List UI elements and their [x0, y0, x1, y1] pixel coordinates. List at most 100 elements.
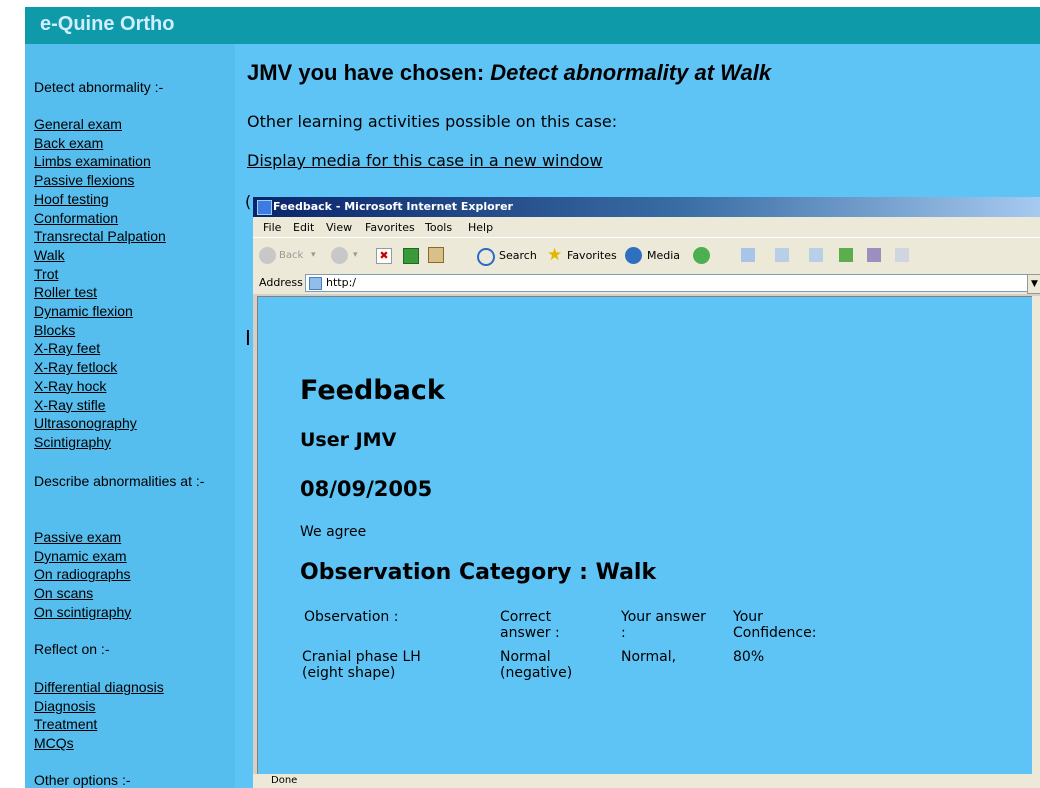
feedback-page: Feedback User JMV 08/09/2005 We agree Ob…: [257, 296, 1034, 776]
menu-tools[interactable]: Tools: [425, 221, 452, 234]
edit-icon[interactable]: [809, 248, 823, 262]
sidebar-link-xray-fetlock[interactable]: X-Ray fetlock: [34, 359, 117, 375]
discuss-icon[interactable]: [839, 248, 853, 262]
window-title: Feedback - Microsoft Internet Explorer: [273, 200, 513, 213]
sidebar-link-general-exam[interactable]: General exam: [34, 116, 122, 132]
table-cell-observation: Cranial phase LH (eight shape): [302, 649, 421, 681]
sidebar-link-on-radiographs[interactable]: On radiographs: [34, 566, 131, 582]
sidebar-link-xray-feet[interactable]: X-Ray feet: [34, 340, 100, 356]
forward-arrow-icon[interactable]: [331, 247, 348, 264]
back-dropdown-icon[interactable]: ▾: [311, 250, 316, 268]
sidebar-link-on-scintigraphy[interactable]: On scintigraphy: [34, 604, 131, 620]
menu-view[interactable]: View: [326, 221, 352, 234]
table-header-confidence: Your Confidence:: [733, 609, 817, 641]
sidebar-link-back-exam[interactable]: Back exam: [34, 135, 103, 151]
sidebar-link-xray-hock[interactable]: X-Ray hock: [34, 378, 106, 394]
sidebar-link-transrectal-palpation[interactable]: Transrectal Palpation: [34, 228, 166, 244]
sidebar-link-scintigraphy[interactable]: Scintigraphy: [34, 434, 111, 450]
mail-icon[interactable]: [741, 248, 755, 262]
sidebar-link-walk[interactable]: Walk: [34, 247, 65, 263]
sidebar-link-xray-stifle[interactable]: X-Ray stifle: [34, 397, 106, 413]
sidebar-link-ultrasonography[interactable]: Ultrasonography: [34, 415, 137, 431]
table-cell-correct-answer: Normal (negative): [500, 649, 573, 681]
left-margin: [0, 44, 25, 788]
back-arrow-icon[interactable]: [259, 247, 276, 264]
page-title: JMV you have chosen: Detect abnormality …: [247, 60, 771, 86]
menu-help[interactable]: Help: [468, 221, 493, 234]
table-cell-your-answer: Normal,: [621, 649, 677, 665]
status-text: Done: [271, 775, 298, 786]
sidebar-list-reflect: Differential diagnosis Diagnosis Treatme…: [34, 678, 164, 753]
sidebar-link-differential-diagnosis[interactable]: Differential diagnosis: [34, 679, 164, 695]
history-icon[interactable]: [693, 247, 710, 264]
sidebar-link-diagnosis[interactable]: Diagnosis: [34, 698, 95, 714]
address-value: http:/: [326, 276, 356, 289]
menu-edit[interactable]: Edit: [293, 221, 314, 234]
status-bar: Done: [253, 774, 1040, 788]
table-header-your-answer: Your answer :: [621, 609, 706, 641]
sidebar-link-blocks[interactable]: Blocks: [34, 322, 75, 338]
back-button-label[interactable]: Back: [279, 250, 303, 268]
feedback-date: 08/09/2005: [300, 477, 433, 501]
home-icon[interactable]: [428, 247, 444, 263]
sidebar-link-dynamic-exam[interactable]: Dynamic exam: [34, 548, 127, 564]
feedback-window: Feedback - Microsoft Internet Explorer F…: [253, 197, 1040, 788]
sidebar-heading-describe: Describe abnormalities at :-: [34, 473, 205, 489]
sidebar-link-conformation[interactable]: Conformation: [34, 210, 118, 226]
media-button-label[interactable]: Media: [647, 249, 680, 267]
sidebar-link-dynamic-flexion[interactable]: Dynamic flexion: [34, 303, 133, 319]
search-button-label[interactable]: Search: [499, 249, 537, 267]
hidden-fragment: I: [245, 326, 251, 350]
sidebar-list-describe: Passive exam Dynamic exam On radiographs…: [34, 528, 131, 622]
favorites-button-label[interactable]: Favorites: [567, 249, 617, 267]
favorites-star-icon[interactable]: ★: [547, 245, 562, 265]
menu-file[interactable]: File: [263, 221, 281, 234]
window-titlebar[interactable]: Feedback - Microsoft Internet Explorer: [253, 197, 1040, 217]
refresh-icon[interactable]: [403, 248, 419, 264]
sidebar-link-roller-test[interactable]: Roller test: [34, 284, 97, 300]
menu-favorites[interactable]: Favorites: [365, 221, 415, 234]
page-title-prefix: JMV you have chosen:: [247, 60, 491, 85]
sidebar: Detect abnormality :- General exam Back …: [25, 44, 235, 788]
search-icon[interactable]: [477, 248, 495, 266]
messenger-icon[interactable]: [895, 248, 909, 262]
print-icon[interactable]: [775, 248, 789, 262]
address-input[interactable]: http:/: [305, 274, 1029, 292]
table-header-observation: Observation :: [304, 609, 399, 625]
sidebar-link-trot[interactable]: Trot: [34, 266, 58, 282]
sidebar-heading-detect: Detect abnormality :-: [34, 79, 164, 95]
table-header-correct-answer: Correct answer :: [500, 609, 560, 641]
feedback-user: User JMV: [300, 429, 397, 451]
research-icon[interactable]: [867, 248, 881, 262]
sidebar-link-hoof-testing[interactable]: Hoof testing: [34, 191, 109, 207]
brand-title: e-Quine Ortho: [40, 13, 175, 35]
page-title-activity: Detect abnormality at Walk: [490, 60, 772, 85]
sidebar-link-mcqs[interactable]: MCQs: [34, 735, 74, 751]
sidebar-link-treatment[interactable]: Treatment: [34, 716, 97, 732]
toolbar: Back ▾ ▾ ✖ Search ★ Favorites Media: [253, 237, 1040, 272]
menu-bar: File Edit View Favorites Tools Help: [253, 217, 1040, 237]
media-icon[interactable]: [625, 247, 642, 264]
sidebar-list-detect: General exam Back exam Limbs examination…: [34, 115, 166, 452]
address-bar: Address http:/ ▼: [253, 272, 1040, 294]
brand-bar: e-Quine Ortho: [25, 7, 1040, 44]
hidden-fragment: (: [245, 192, 252, 211]
sidebar-link-on-scans[interactable]: On scans: [34, 585, 93, 601]
table-cell-confidence: 80%: [733, 649, 765, 665]
sidebar-link-passive-flexions[interactable]: Passive flexions: [34, 172, 134, 188]
vertical-scrollbar[interactable]: [1032, 296, 1040, 774]
sidebar-heading-other: Other options :-: [34, 772, 131, 788]
address-label: Address: [259, 276, 303, 289]
sidebar-link-passive-exam[interactable]: Passive exam: [34, 529, 121, 545]
page-icon: [309, 277, 322, 290]
stop-icon[interactable]: ✖: [376, 248, 392, 264]
forward-dropdown-icon[interactable]: ▾: [353, 250, 358, 268]
media-link[interactable]: Display media for this case in a new win…: [247, 151, 603, 170]
other-activities-text: Other learning activities possible on th…: [247, 112, 618, 131]
observation-category: Observation Category : Walk: [300, 560, 657, 585]
sidebar-link-limbs-examination[interactable]: Limbs examination: [34, 153, 151, 169]
feedback-message: We agree: [300, 524, 367, 540]
ie-icon: [257, 200, 272, 215]
feedback-heading: Feedback: [300, 375, 445, 406]
address-dropdown-icon[interactable]: ▼: [1027, 274, 1040, 294]
